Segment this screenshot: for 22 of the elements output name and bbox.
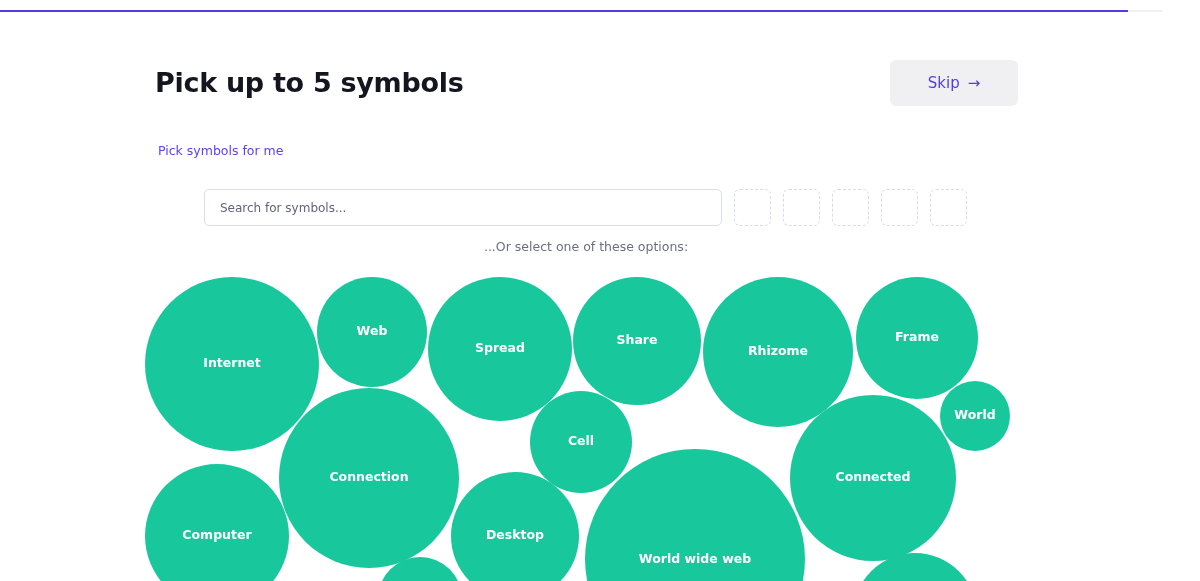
arrow-icon: → bbox=[967, 71, 981, 95]
option-bubble[interactable]: Frame bbox=[856, 276, 978, 399]
option-bubble[interactable]: World wide web bbox=[585, 448, 805, 581]
symbol-slot[interactable] bbox=[783, 189, 820, 226]
symbol-slot[interactable] bbox=[930, 189, 967, 226]
option-bubble[interactable]: Share bbox=[573, 276, 701, 405]
symbol-slot[interactable] bbox=[734, 189, 771, 226]
option-bubble[interactable]: Rhizome bbox=[703, 276, 853, 427]
skip-button[interactable]: Skip → bbox=[890, 60, 1018, 106]
option-bubble[interactable]: Computer bbox=[145, 463, 289, 581]
option-bubble[interactable]: World bbox=[940, 380, 1010, 451]
option-bubble[interactable]: Connection bbox=[279, 387, 459, 568]
options-hint: ...Or select one of these options: bbox=[482, 238, 690, 256]
symbol-slot[interactable] bbox=[881, 189, 918, 226]
option-bubble[interactable]: Spread bbox=[428, 276, 572, 421]
search-field[interactable]: Search for symbols... bbox=[204, 189, 722, 226]
page-title: Pick up to 5 symbols bbox=[155, 66, 464, 100]
symbol-slot[interactable] bbox=[832, 189, 869, 226]
pick-for-me-link[interactable]: Pick symbols for me bbox=[158, 142, 284, 161]
option-bubble[interactable]: Internet bbox=[145, 276, 319, 451]
option-bubble[interactable]: Desktop bbox=[451, 471, 579, 581]
option-bubble[interactable]: Web bbox=[317, 276, 427, 387]
